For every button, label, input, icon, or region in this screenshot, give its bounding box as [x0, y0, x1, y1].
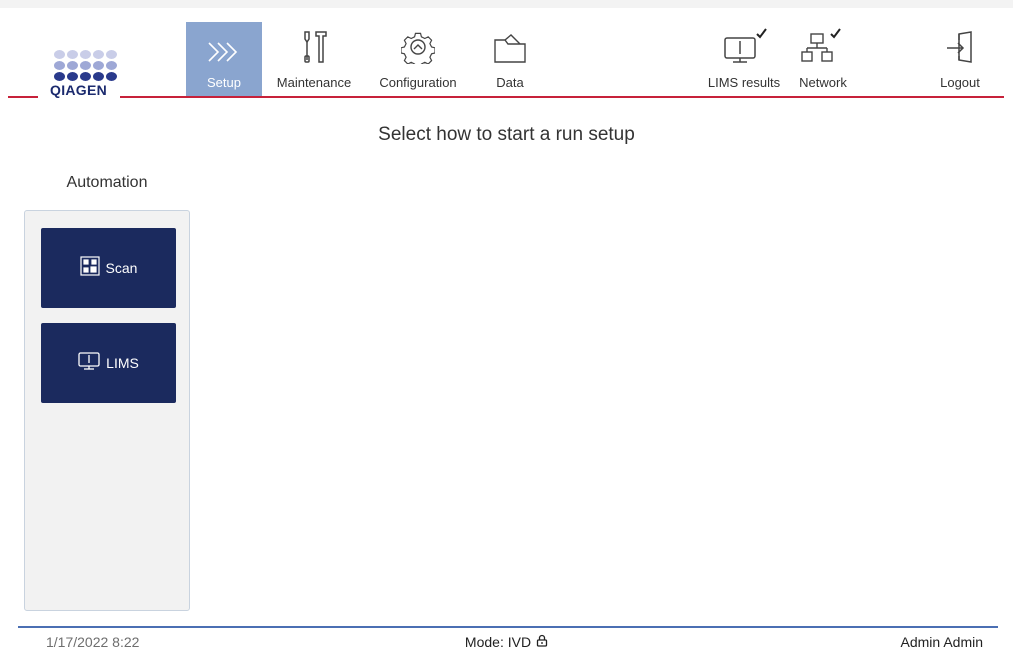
nav-maintenance-label: Maintenance [276, 75, 352, 90]
header-rule-left [8, 96, 38, 98]
footer-mode-label: Mode: IVD [464, 634, 532, 650]
top-strip [0, 0, 1013, 8]
scan-button-label: Scan [105, 260, 138, 276]
nav-configuration-label: Configuration [379, 75, 457, 90]
header-rule-right [120, 96, 1004, 98]
nav-lims-results[interactable]: LIMS results [698, 22, 790, 96]
automation-label: Automation [66, 174, 148, 191]
gear-icon [401, 26, 435, 64]
lock-icon [536, 634, 548, 650]
scan-button[interactable]: Scan [41, 228, 176, 308]
nav-network-label: Network [799, 75, 847, 90]
nav-logout[interactable]: Logout [928, 22, 992, 96]
lims-button[interactable]: LIMS [41, 323, 176, 403]
network-check-icon [799, 26, 847, 64]
monitor-icon [78, 351, 100, 376]
footer-mode: Mode: IVD [0, 634, 1013, 650]
footer-rule [18, 626, 998, 628]
logo-dots [54, 50, 124, 83]
nav-lims-results-label: LIMS results [707, 75, 781, 90]
monitor-check-icon [719, 26, 769, 64]
folder-icon [493, 26, 527, 64]
nav-setup[interactable]: Setup [186, 22, 262, 96]
footer-user: Admin Admin [900, 634, 983, 650]
qr-code-icon [79, 255, 100, 281]
nav-network[interactable]: Network [790, 22, 856, 96]
nav-data-label: Data [496, 75, 524, 90]
logout-icon [945, 26, 975, 64]
nav-configuration[interactable]: Configuration [368, 22, 468, 96]
page-title: Select how to start a run setup [378, 124, 635, 145]
chevrons-right-icon [207, 26, 241, 64]
qiagen-logo: QIAGEN [46, 48, 126, 108]
logo-wordmark: QIAGEN [50, 82, 108, 98]
tools-icon [299, 26, 329, 64]
nav-data[interactable]: Data [478, 22, 542, 96]
nav-setup-label: Setup [207, 75, 241, 90]
nav-logout-label: Logout [940, 75, 980, 90]
lims-button-label: LIMS [106, 355, 139, 371]
nav-maintenance[interactable]: Maintenance [268, 22, 360, 96]
